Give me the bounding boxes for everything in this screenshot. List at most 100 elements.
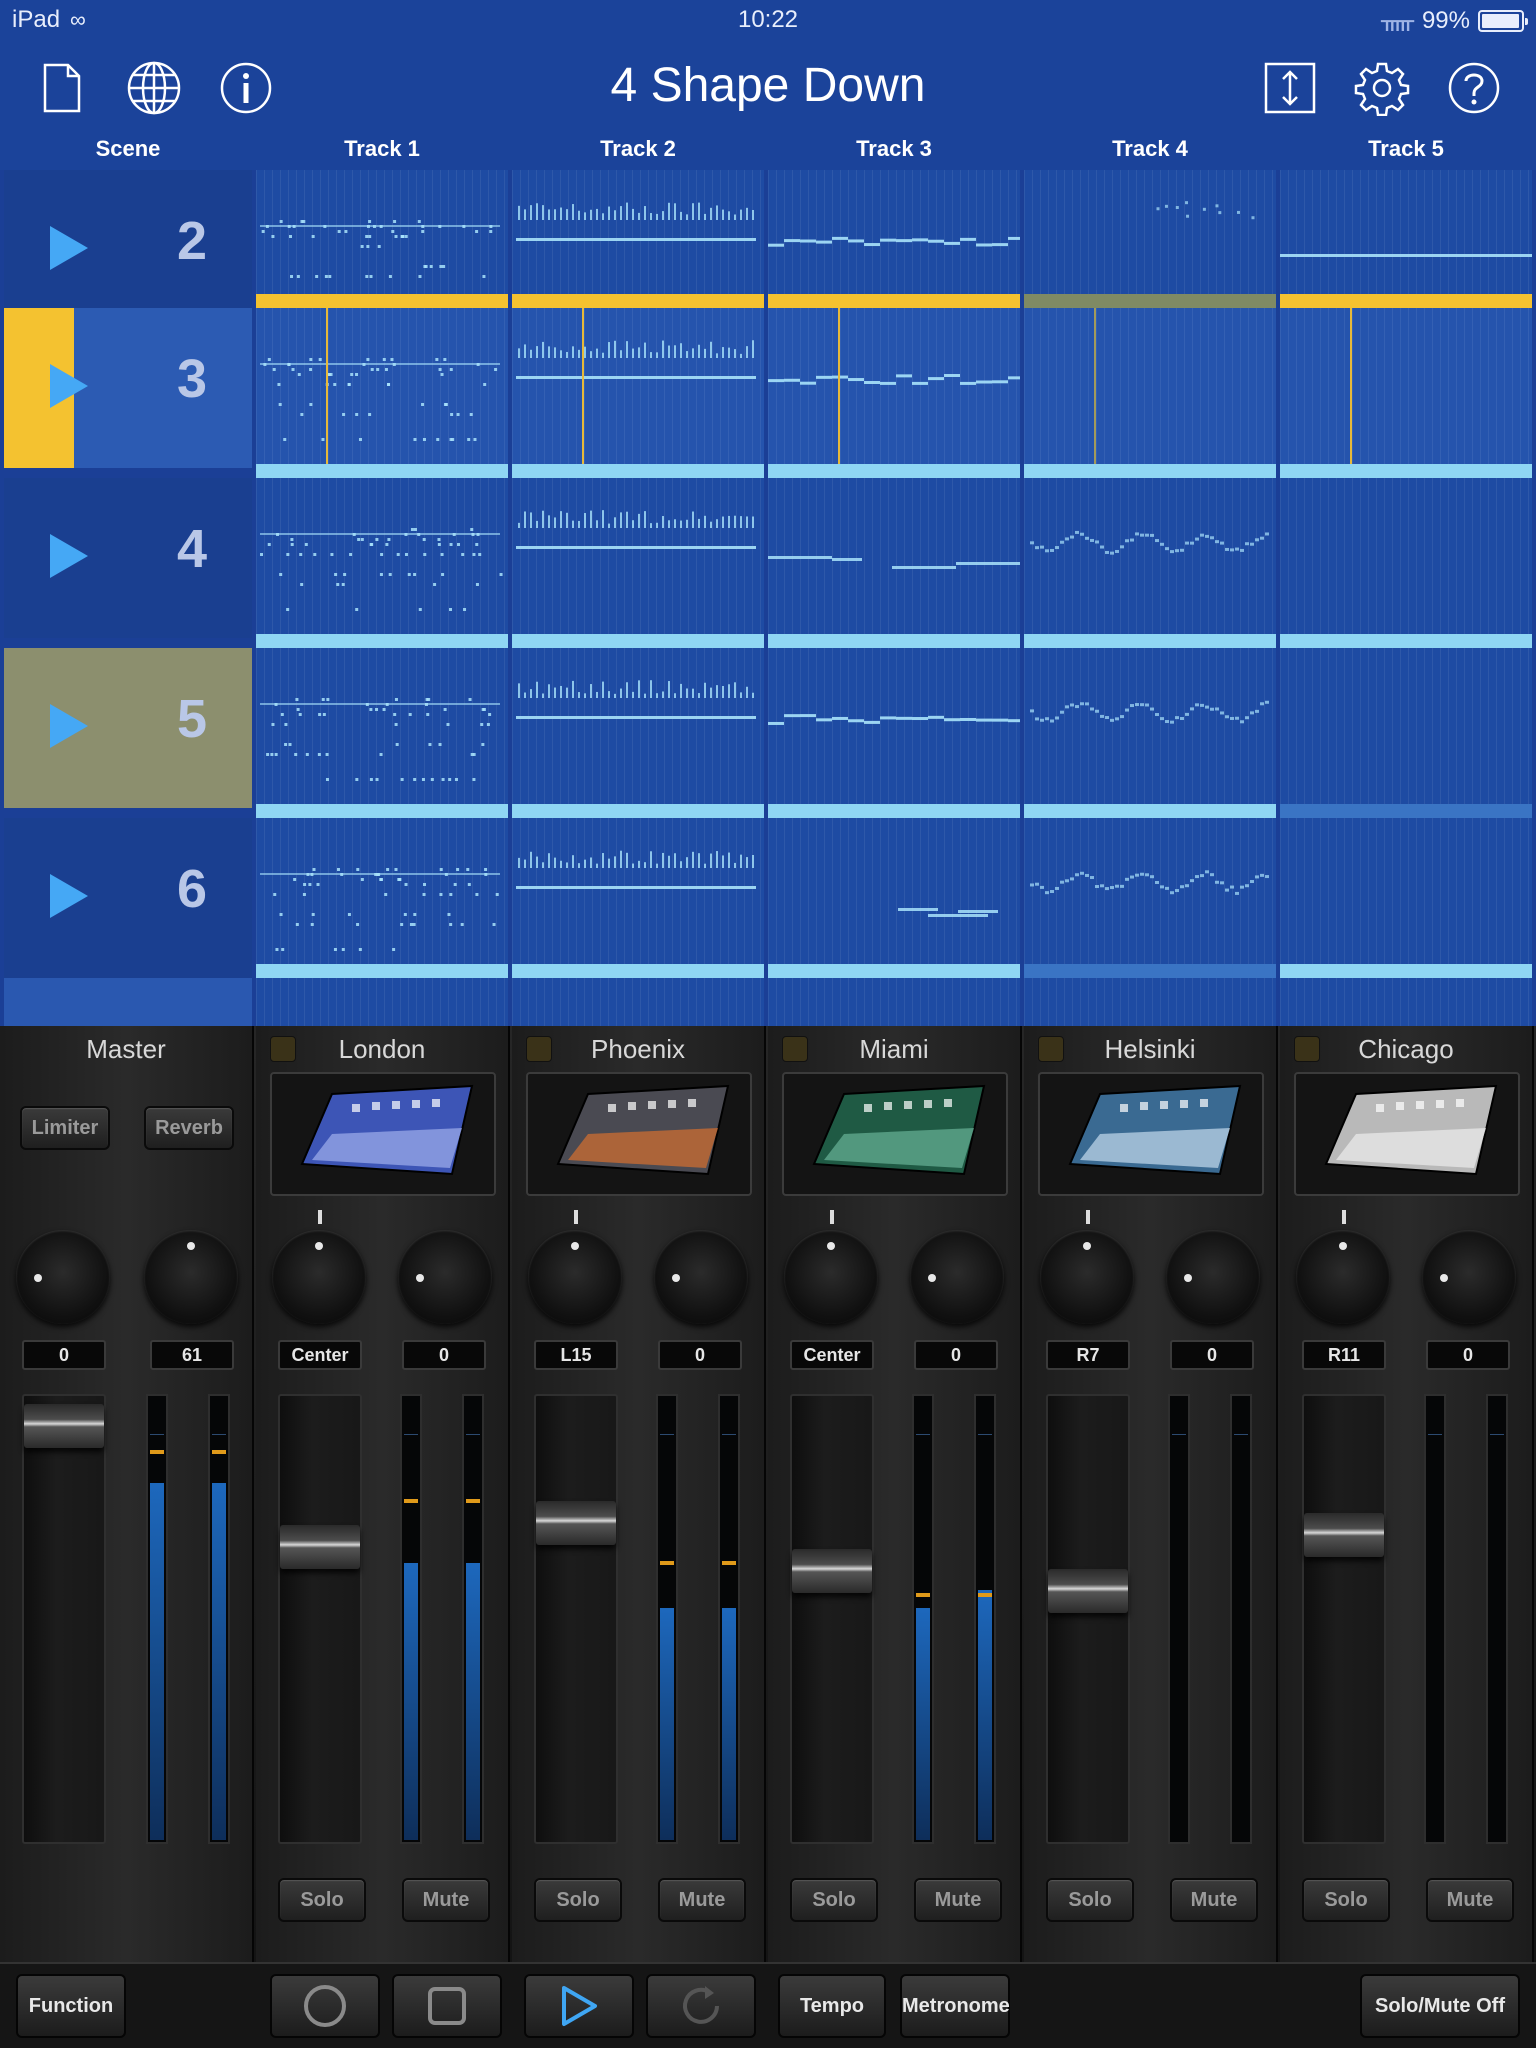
mute-button[interactable]: Mute xyxy=(1170,1878,1258,1922)
clip-cell[interactable] xyxy=(256,648,508,808)
pan-knob[interactable] xyxy=(528,1230,622,1324)
send-value: 0 xyxy=(1426,1340,1510,1370)
scene-play-button[interactable] xyxy=(50,364,88,408)
help-icon[interactable] xyxy=(1442,56,1506,120)
fader-cap[interactable] xyxy=(792,1549,872,1593)
meter-right xyxy=(1486,1394,1508,1844)
solo-button[interactable]: Solo xyxy=(790,1878,878,1922)
scene-cell[interactable]: 2 xyxy=(4,170,252,330)
tempo-button[interactable]: Tempo xyxy=(778,1974,886,2038)
send-knob[interactable] xyxy=(398,1230,492,1324)
instrument-thumbnail[interactable] xyxy=(526,1072,752,1196)
fader-track[interactable] xyxy=(278,1394,362,1844)
send-knob[interactable] xyxy=(1166,1230,1260,1324)
master-fader-cap[interactable] xyxy=(24,1404,104,1448)
pan-knob[interactable] xyxy=(272,1230,366,1324)
send-knob[interactable] xyxy=(1422,1230,1516,1324)
pan-knob[interactable] xyxy=(1296,1230,1390,1324)
send-knob[interactable] xyxy=(910,1230,1004,1324)
track-name: Miami xyxy=(859,1034,929,1064)
mute-button[interactable]: Mute xyxy=(1426,1878,1514,1922)
clip-cell[interactable] xyxy=(512,308,764,468)
metronome-button[interactable]: Metronome xyxy=(900,1974,1010,2038)
clip-cell[interactable] xyxy=(1280,978,1532,1026)
play-icon[interactable] xyxy=(524,1974,634,2038)
instrument-thumbnail[interactable] xyxy=(1038,1072,1264,1196)
fader-track[interactable] xyxy=(534,1394,618,1844)
clip-cell[interactable] xyxy=(512,478,764,638)
clip-cell[interactable] xyxy=(1024,818,1276,978)
clip-cell[interactable] xyxy=(768,648,1020,808)
clip-cell[interactable] xyxy=(1280,478,1532,638)
clip-cell[interactable] xyxy=(768,818,1020,978)
clip-cell[interactable] xyxy=(256,308,508,468)
clip-status-bar xyxy=(1024,294,1276,308)
clip-cell[interactable] xyxy=(768,978,1020,1026)
mute-button[interactable]: Mute xyxy=(914,1878,1002,1922)
clip-cell[interactable] xyxy=(768,308,1020,468)
clip-cell[interactable] xyxy=(1024,978,1276,1026)
clip-cell[interactable] xyxy=(1024,648,1276,808)
column-header-track-3: Track 3 xyxy=(856,136,932,161)
scene-play-button[interactable] xyxy=(50,226,88,270)
mute-button[interactable]: Mute xyxy=(402,1878,490,1922)
solo-button[interactable]: Solo xyxy=(1046,1878,1134,1922)
fader-cap[interactable] xyxy=(1048,1569,1128,1613)
fader-cap[interactable] xyxy=(536,1501,616,1545)
send-value: 0 xyxy=(402,1340,486,1370)
clip-cell[interactable] xyxy=(1024,308,1276,468)
fader-cap[interactable] xyxy=(280,1525,360,1569)
clip-cell[interactable] xyxy=(256,818,508,978)
scene-play-button[interactable] xyxy=(50,874,88,918)
meter-right xyxy=(974,1394,996,1844)
scene-play-button[interactable] xyxy=(50,534,88,578)
solo-mute-off-button[interactable]: Solo/Mute Off xyxy=(1360,1974,1520,2038)
fader-cap[interactable] xyxy=(1304,1513,1384,1557)
solo-button[interactable]: Solo xyxy=(278,1878,366,1922)
master-knob-right[interactable] xyxy=(144,1230,238,1324)
loop-icon[interactable] xyxy=(646,1974,756,2038)
limiter-button[interactable]: Limiter xyxy=(20,1106,110,1150)
solo-button[interactable]: Solo xyxy=(1302,1878,1390,1922)
record-icon[interactable] xyxy=(270,1974,380,2038)
clip-notes xyxy=(1280,648,1532,808)
clip-cell[interactable] xyxy=(768,478,1020,638)
stop-icon[interactable] xyxy=(392,1974,502,2038)
fader-track[interactable] xyxy=(1302,1394,1386,1844)
fader-track[interactable] xyxy=(790,1394,874,1844)
clip-cell[interactable] xyxy=(1280,648,1532,808)
solo-button[interactable]: Solo xyxy=(534,1878,622,1922)
instrument-thumbnail[interactable] xyxy=(1294,1072,1520,1196)
clip-cell[interactable] xyxy=(256,478,508,638)
scene-cell[interactable]: 4 xyxy=(4,478,252,638)
clip-cell[interactable] xyxy=(1280,308,1532,468)
fader-track[interactable] xyxy=(1046,1394,1130,1844)
function-button[interactable]: Function xyxy=(16,1974,126,2038)
gear-icon[interactable] xyxy=(1350,56,1414,120)
scene-cell[interactable] xyxy=(4,978,252,1026)
clip-cell[interactable] xyxy=(512,978,764,1026)
resize-vertical-icon[interactable] xyxy=(1258,56,1322,120)
track-strip: Helsinki R7 0 Solo Mute xyxy=(1024,1026,1278,1962)
scene-cell[interactable]: 5 xyxy=(4,648,252,808)
pan-knob[interactable] xyxy=(1040,1230,1134,1324)
pan-knob[interactable] xyxy=(784,1230,878,1324)
clip-cell[interactable] xyxy=(1024,478,1276,638)
clip-cell[interactable] xyxy=(512,818,764,978)
clip-status-bar xyxy=(1280,464,1532,478)
scene-cell[interactable]: 3 xyxy=(4,308,252,468)
send-knob[interactable] xyxy=(654,1230,748,1324)
clip-cell[interactable] xyxy=(512,648,764,808)
clip-cell[interactable] xyxy=(256,978,508,1026)
clip-notes xyxy=(1280,478,1532,638)
master-fader-track[interactable] xyxy=(22,1394,106,1844)
master-knob-left[interactable] xyxy=(16,1230,110,1324)
instrument-thumbnail[interactable] xyxy=(782,1072,1008,1196)
scene-play-button[interactable] xyxy=(50,704,88,748)
instrument-thumbnail[interactable] xyxy=(270,1072,496,1196)
scene-cell[interactable]: 6 xyxy=(4,818,252,978)
mute-button[interactable]: Mute xyxy=(658,1878,746,1922)
synth-image xyxy=(300,1084,474,1176)
reverb-button[interactable]: Reverb xyxy=(144,1106,234,1150)
clip-cell[interactable] xyxy=(1280,818,1532,978)
